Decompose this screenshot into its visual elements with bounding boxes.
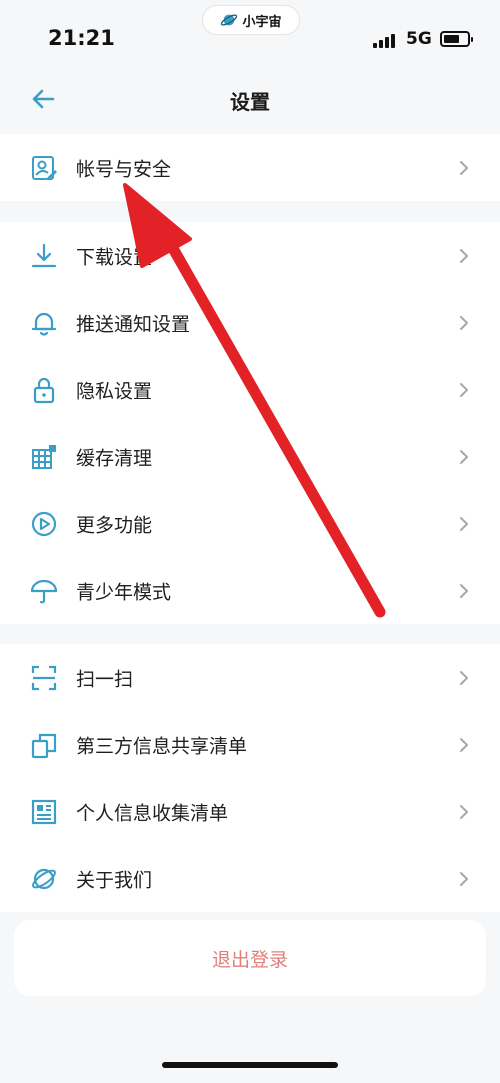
settings-row-more-features[interactable]: 更多功能	[0, 490, 500, 557]
app-name: 小宇宙	[242, 14, 282, 30]
settings-row-label: 隐私设置	[76, 380, 153, 402]
download-icon	[31, 243, 57, 267]
scan-icon	[31, 665, 57, 690]
settings-row-label: 帐号与安全	[76, 158, 172, 180]
settings-section-other: 扫一扫 第三方信息共享清单 个人信息收集清单 关于我们	[0, 644, 500, 912]
chevron-right-icon	[460, 315, 468, 330]
chevron-right-icon	[460, 449, 468, 464]
settings-row-personal-info-collection[interactable]: 个人信息收集清单	[0, 778, 500, 845]
grid-icon	[32, 444, 56, 469]
chevron-right-icon	[460, 871, 468, 886]
settings-row-label: 关于我们	[76, 869, 153, 891]
bell-icon	[31, 312, 57, 336]
lock-icon	[33, 377, 55, 403]
umbrella-icon	[30, 579, 58, 603]
chevron-right-icon	[460, 737, 468, 752]
settings-row-label: 扫一扫	[76, 668, 134, 690]
settings-section-account: 帐号与安全	[0, 134, 500, 201]
settings-row-account-security[interactable]: 帐号与安全	[0, 134, 500, 201]
logout-label: 退出登录	[211, 948, 288, 971]
status-bar: 21:21 小宇宙 5G	[0, 0, 500, 66]
signal-icon	[373, 32, 395, 48]
settings-row-third-party-sharing[interactable]: 第三方信息共享清单	[0, 711, 500, 778]
settings-row-scan[interactable]: 扫一扫	[0, 644, 500, 711]
settings-row-label: 青少年模式	[76, 581, 172, 603]
play-circle-icon	[31, 511, 57, 536]
chevron-right-icon	[460, 160, 468, 175]
status-time: 21:21	[48, 26, 115, 50]
settings-row-label: 缓存清理	[76, 447, 153, 469]
settings-section-general: 下载设置 推送通知设置 隐私设置 缓存清理 更多功能 青少年模式	[0, 222, 500, 624]
settings-row-label: 下载设置	[76, 246, 153, 268]
copy-icon	[31, 733, 57, 758]
account-security-icon	[32, 155, 57, 180]
document-icon	[31, 799, 57, 824]
settings-row-download[interactable]: 下载设置	[0, 222, 500, 289]
chevron-right-icon	[460, 516, 468, 531]
network-type: 5G	[406, 29, 432, 49]
chevron-right-icon	[460, 670, 468, 685]
settings-row-cache-clean[interactable]: 缓存清理	[0, 423, 500, 490]
chevron-right-icon	[460, 804, 468, 819]
battery-icon	[440, 31, 473, 47]
settings-row-label: 个人信息收集清单	[76, 802, 229, 824]
settings-row-push-notification[interactable]: 推送通知设置	[0, 289, 500, 356]
chevron-right-icon	[460, 382, 468, 397]
settings-row-label: 推送通知设置	[76, 313, 191, 335]
page-title: 设置	[230, 90, 270, 114]
settings-row-about-us[interactable]: 关于我们	[0, 845, 500, 912]
logout-button[interactable]: 退出登录	[14, 920, 486, 996]
settings-row-privacy[interactable]: 隐私设置	[0, 356, 500, 423]
chevron-right-icon	[460, 583, 468, 598]
settings-row-label: 第三方信息共享清单	[76, 735, 248, 757]
navigation-bar: 设置	[0, 66, 500, 132]
settings-row-label: 更多功能	[76, 514, 153, 536]
app-indicator-pill[interactable]: 小宇宙	[202, 5, 300, 35]
home-indicator[interactable]	[162, 1062, 338, 1068]
chevron-right-icon	[460, 248, 468, 263]
planet-icon	[32, 868, 56, 889]
planet-icon	[221, 14, 238, 26]
settings-row-teen-mode[interactable]: 青少年模式	[0, 557, 500, 624]
